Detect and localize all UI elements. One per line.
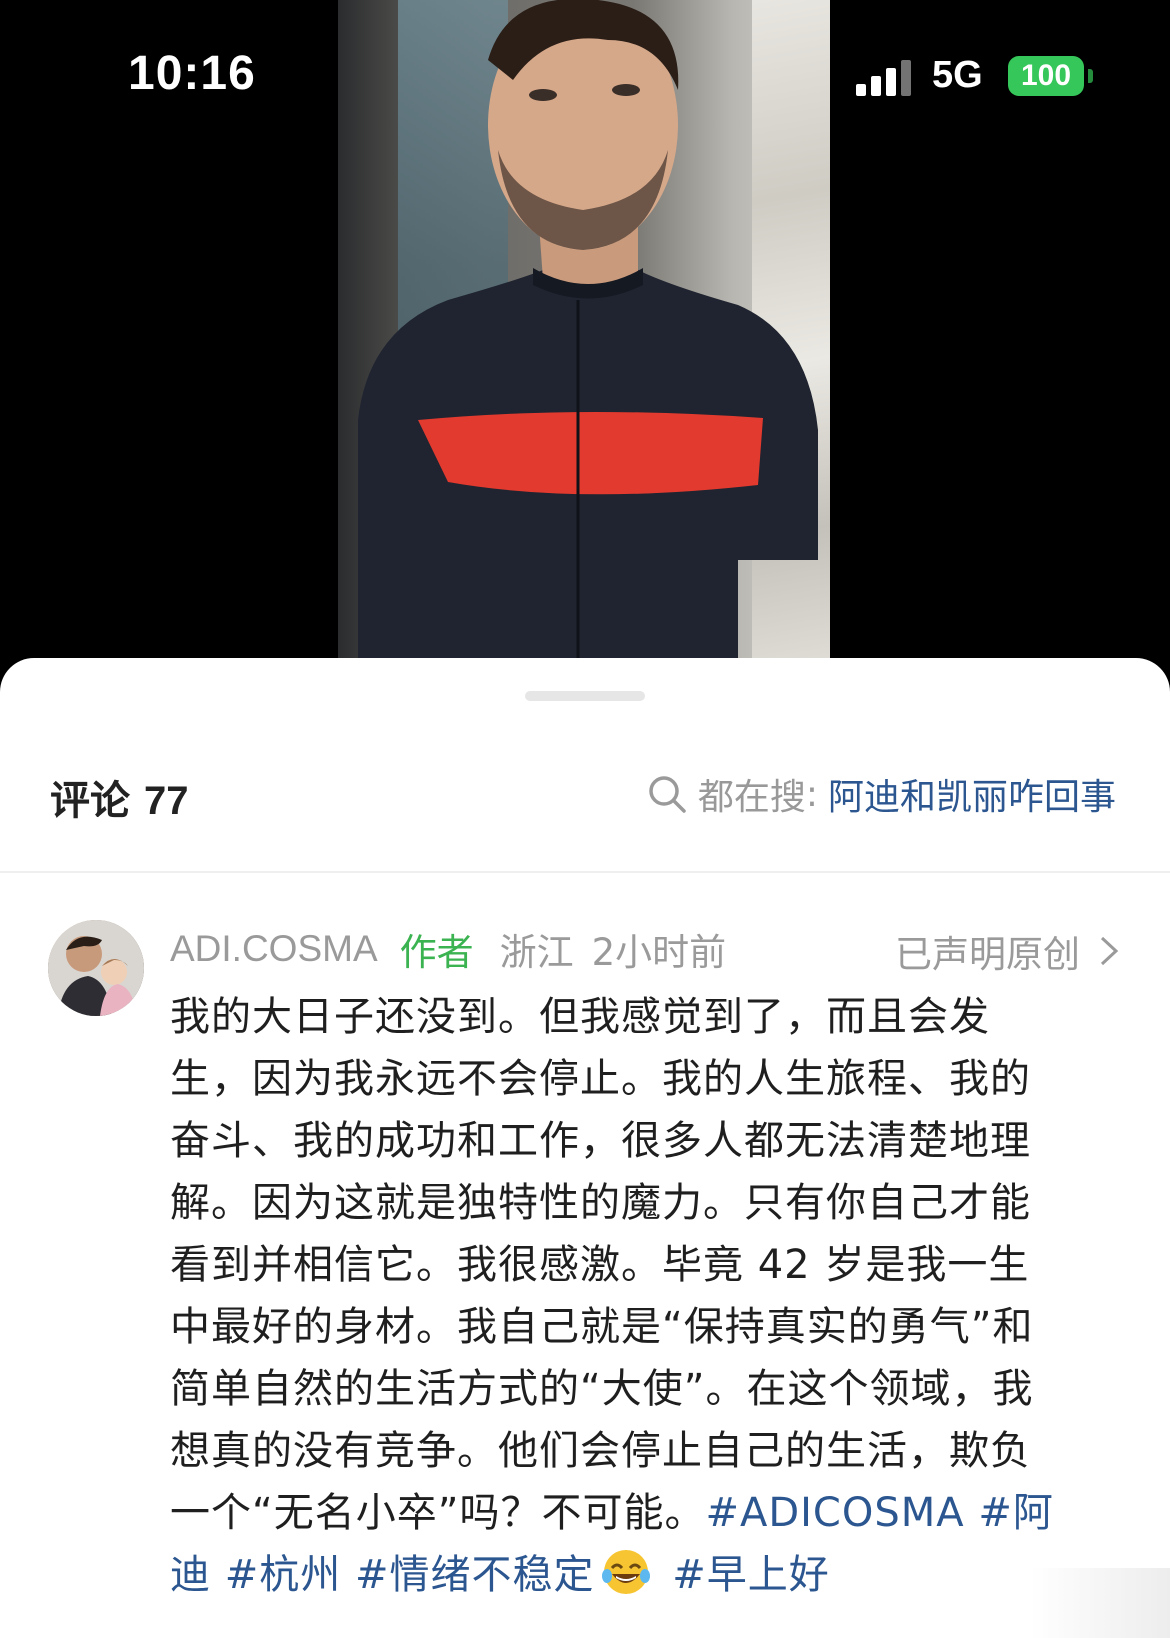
trending-search[interactable]: 都在搜: 阿迪和凯丽咋回事 bbox=[646, 768, 1116, 820]
battery-indicator: 100 bbox=[1008, 56, 1084, 96]
search-term-link[interactable]: 阿迪和凯丽咋回事 bbox=[828, 768, 1116, 820]
comment-line: 奋斗、我的成功和工作，很多人都无法清楚地理 bbox=[170, 1118, 1031, 1164]
hashtag-hangzhou[interactable]: #杭州 bbox=[225, 1552, 342, 1598]
comments-title: 评论 77 bbox=[50, 768, 189, 826]
status-bar: 10:16 5G 100 bbox=[0, 0, 1170, 150]
bottom-fade bbox=[1030, 1568, 1170, 1638]
signal-bars-icon bbox=[856, 60, 912, 96]
hashtag-good-morning[interactable]: #早上好 bbox=[672, 1552, 830, 1598]
laugh-cry-emoji-icon bbox=[602, 1550, 651, 1594]
comment-line: 中最好的身材。我自己就是“保持真实的勇气”和 bbox=[170, 1304, 1034, 1350]
comment-line: 迪 #杭州 #情绪不稳定 #早上好 bbox=[170, 1544, 1128, 1606]
comment-line: 想真的没有竞争。他们会停止自己的生活，欺负 bbox=[170, 1428, 1031, 1474]
network-type: 5G bbox=[932, 54, 983, 96]
username[interactable]: ADI.COSMA bbox=[170, 928, 378, 970]
comment-text: 我的大日子还没到。但我感觉到了，而且会发 生，因为我永远不会停止。我的人生旅程、… bbox=[170, 986, 1128, 1606]
avatar[interactable] bbox=[48, 920, 144, 1016]
comments-title-label: 评论 bbox=[50, 778, 130, 824]
comment-line: 生，因为我永远不会停止。我的人生旅程、我的 bbox=[170, 1056, 1031, 1102]
hashtag-adicosma[interactable]: #ADICOSMA bbox=[705, 1490, 964, 1536]
comment-line: 看到并相信它。我很感激。毕竟 42 岁是我一生 bbox=[170, 1242, 1030, 1288]
avatar-image bbox=[48, 920, 144, 1016]
hashtag-emotional[interactable]: #情绪不稳定 bbox=[355, 1552, 595, 1598]
chevron-right-icon bbox=[1100, 936, 1119, 966]
comment-header: 评论 77 都在搜: 阿迪和凯丽咋回事 bbox=[0, 768, 1170, 858]
location: 浙江 bbox=[499, 931, 574, 974]
comment-text-segment: 一个“无名小卒”吗？不可能。 bbox=[170, 1490, 706, 1536]
search-colon: : bbox=[805, 773, 818, 815]
comment-sheet: 评论 77 都在搜: 阿迪和凯丽咋回事 ADI.COSMA 作者 浙江 2小时前… bbox=[0, 658, 1170, 1638]
battery-level: 100 bbox=[1020, 59, 1072, 92]
comment-line: 简单自然的生活方式的“大使”。在这个领域，我 bbox=[170, 1366, 1034, 1412]
comments-count: 77 bbox=[144, 779, 189, 823]
timestamp: 2小时前 bbox=[591, 931, 727, 974]
comment-line: 一个“无名小卒”吗？不可能。#ADICOSMA #阿 bbox=[170, 1482, 1128, 1544]
hashtag-adi-start[interactable]: #阿 bbox=[978, 1490, 1054, 1536]
author-badge: 作者 bbox=[399, 931, 474, 974]
drag-handle[interactable] bbox=[525, 691, 645, 701]
header-divider bbox=[0, 871, 1170, 873]
search-prefix: 都在搜 bbox=[697, 777, 806, 818]
original-claim-label: 已声明原创 bbox=[895, 933, 1080, 976]
status-time: 10:16 bbox=[128, 47, 256, 100]
comment-line: 解。因为这就是独特性的魔力。只有你自己才能 bbox=[170, 1180, 1031, 1226]
screen: 10:16 5G 100 评论 77 都在搜: 阿迪和凯丽咋回事 ADI.COS… bbox=[0, 0, 1170, 1638]
original-claim-link[interactable]: 已声明原创 bbox=[895, 924, 1120, 978]
search-icon bbox=[649, 776, 686, 813]
comment-line: 我的大日子还没到。但我感觉到了，而且会发 bbox=[170, 994, 990, 1040]
hashtag-adi-end[interactable]: 迪 bbox=[170, 1552, 211, 1598]
comment-meta: ADI.COSMA 作者 浙江 2小时前 已声明原创 bbox=[170, 924, 1120, 976]
battery-tip-icon bbox=[1088, 69, 1093, 83]
